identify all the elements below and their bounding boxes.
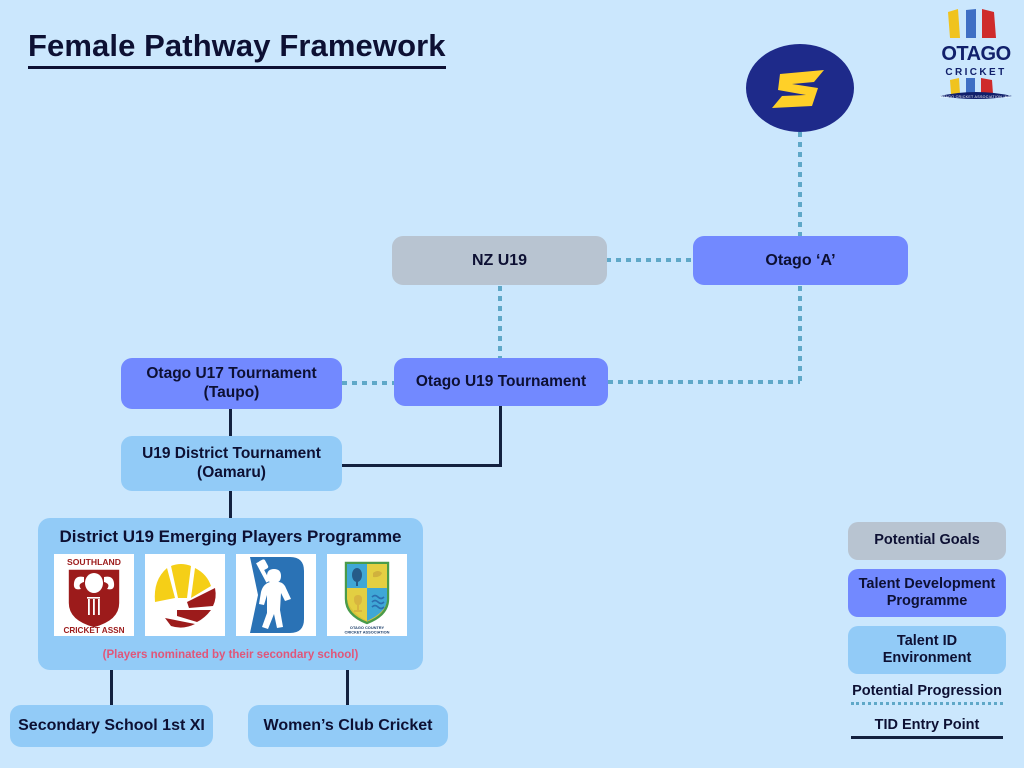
legend-potential-goals: Potential Goals bbox=[848, 522, 1006, 560]
legend-talent-development-programme: Talent Development Programme bbox=[848, 569, 1006, 617]
node-otago-u19-label: Otago U19 Tournament bbox=[415, 372, 587, 390]
node-otago-a-label: Otago ‘A’ bbox=[765, 251, 836, 269]
connector-u17-to-district bbox=[229, 409, 232, 436]
legend-tid-entry-point-line bbox=[851, 736, 1003, 739]
connector-nzu19-to-otago-u19 bbox=[498, 286, 502, 358]
node-otago-u19-tournament[interactable]: Otago U19 Tournament bbox=[394, 358, 608, 406]
node-u19-district-line1: U19 District Tournament bbox=[142, 444, 321, 462]
connector-epp-to-secondary-school bbox=[110, 670, 113, 706]
otago-cricket-tagline: OTAGO CRICKET ASSOCIATION INC. bbox=[940, 95, 1012, 99]
node-nz-u19[interactable]: NZ U19 bbox=[392, 236, 607, 285]
node-secondary-school-1st-xi[interactable]: Secondary School 1st XI bbox=[10, 705, 213, 747]
node-district-u19-emerging-players-programme[interactable]: District U19 Emerging Players Programme … bbox=[38, 518, 423, 670]
node-u19-district-tournament[interactable]: U19 District Tournament (Oamaru) bbox=[121, 436, 342, 491]
node-secondary-school-label: Secondary School 1st XI bbox=[18, 717, 205, 735]
connector-u19-riser bbox=[499, 406, 502, 466]
connector-district-to-epp bbox=[229, 491, 232, 519]
node-otago-u17-line1: Otago U17 Tournament bbox=[146, 364, 317, 382]
connector-nzu19-to-otago-a bbox=[606, 258, 694, 262]
node-womens-club-cricket[interactable]: Women’s Club Cricket bbox=[248, 705, 448, 747]
legend-potential-goals-label: Potential Goals bbox=[874, 532, 980, 549]
emerging-programme-title: District U19 Emerging Players Programme bbox=[59, 527, 402, 546]
connector-u19-to-district bbox=[340, 464, 502, 467]
node-nz-u19-label: NZ U19 bbox=[471, 251, 528, 269]
district-logos-row: SOUTHLAND CRICKET ASSN OTAGO COUNTRY CRI… bbox=[54, 554, 407, 636]
otago-country-cricket-association-logo: OTAGO COUNTRY CRICKET ASSOCIATION bbox=[327, 554, 407, 636]
connector-otago-u17-to-otago-u19 bbox=[342, 381, 394, 385]
southland-top-text: SOUTHLAND bbox=[67, 557, 121, 567]
north-otago-cricket-logo bbox=[145, 554, 225, 636]
legend-talent-development-label: Talent Development Programme bbox=[858, 575, 996, 609]
page-title: Female Pathway Framework bbox=[28, 28, 446, 69]
node-otago-u17-tournament[interactable]: Otago U17 Tournament (Taupo) bbox=[121, 358, 342, 409]
otago-sparks-logo bbox=[746, 44, 854, 132]
otago-cricket-logo: OTAGO CRICKET OTAGO CRICKET ASSOCIATION … bbox=[934, 4, 1018, 102]
legend-potential-progression-line bbox=[851, 702, 1003, 705]
node-otago-u17-line2: (Taupo) bbox=[203, 383, 260, 401]
connector-otago-u19-to-otago-a bbox=[608, 380, 800, 384]
legend-talent-id-environment: Talent ID Environment bbox=[848, 626, 1006, 674]
connector-sparks-to-otago-a bbox=[798, 132, 802, 236]
legend-potential-progression-label: Potential Progression bbox=[852, 683, 1002, 699]
connector-otago-a-down bbox=[798, 286, 802, 382]
connector-epp-to-womens-club bbox=[346, 670, 349, 706]
framework-canvas: Female Pathway Framework OTAGO CRICKET O… bbox=[0, 0, 1024, 768]
node-otago-a[interactable]: Otago ‘A’ bbox=[693, 236, 908, 285]
node-womens-club-label: Women’s Club Cricket bbox=[263, 717, 433, 735]
svg-text:CRICKET ASSOCIATION: CRICKET ASSOCIATION bbox=[345, 630, 390, 635]
dunedin-metro-cricket-logo bbox=[236, 554, 316, 636]
southland-cricket-assn-logo: SOUTHLAND CRICKET ASSN bbox=[54, 554, 134, 636]
legend-talent-id-label: Talent ID Environment bbox=[882, 632, 972, 666]
svg-text:CRICKET: CRICKET bbox=[945, 67, 1006, 78]
svg-text:OTAGO: OTAGO bbox=[941, 43, 1010, 65]
node-u19-district-line2: (Oamaru) bbox=[197, 463, 266, 481]
legend: Potential Goals Talent Development Progr… bbox=[848, 522, 1006, 739]
legend-tid-entry-point-label: TID Entry Point bbox=[874, 717, 980, 733]
emerging-programme-note: (Players nominated by their secondary sc… bbox=[102, 649, 359, 661]
southland-bottom-text: CRICKET ASSN bbox=[63, 626, 124, 635]
